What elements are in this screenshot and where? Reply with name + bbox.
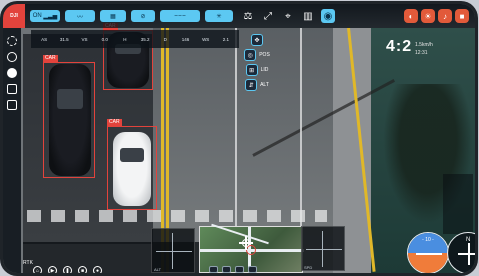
stop-button[interactable]: ■ [455, 9, 469, 23]
graph-label: ALT [154, 267, 162, 272]
telemetry-value: 0.0 [101, 36, 108, 42]
speed-graph: SPD [301, 226, 345, 271]
status-bar: DJI ON ▂▃▅ 〰 ▦ ⊘ ⌢⌢⌢ ✳ ⚖ ⤢ ⌖ ▥ ◉ ◐ ☀ ♪ ■ [3, 4, 475, 28]
drone-control-window: CAR CAR CAR DJI ON ▂▃▅ 〰 ▦ ⊘ ⌢⌢⌢ ✳ ⚖ ⤢ ⌖… [3, 4, 475, 273]
map-layer-button[interactable] [209, 266, 218, 273]
minimap-controls [209, 266, 257, 273]
home-icon[interactable]: ⌂ [33, 266, 42, 273]
app-logo[interactable]: DJI [3, 4, 25, 28]
gamepad-icon[interactable]: ✥ [251, 34, 263, 46]
light-button[interactable]: ☀ [421, 9, 435, 23]
record-icon[interactable]: ● [93, 266, 102, 273]
pos-icon[interactable]: ◎ [244, 49, 257, 61]
lidar-icon[interactable]: ⊞ [245, 64, 258, 76]
pos-label: POS [259, 52, 270, 58]
telemetry-value: 35.2 [140, 36, 150, 42]
sound-button[interactable]: ♪ [438, 9, 452, 23]
detection-label: CAR [43, 55, 58, 62]
lidar-label: LID [260, 67, 269, 73]
settings-icon[interactable] [7, 36, 17, 46]
hd-pill[interactable]: ▦ [100, 10, 126, 22]
takeoff-icon[interactable] [7, 52, 17, 62]
left-toolbar [3, 28, 21, 273]
signal-pill-label: ON [32, 13, 42, 19]
telemetry-label: VS [81, 36, 88, 42]
zoom-counter: 4:2 [386, 38, 413, 55]
altitude-label: ALT [260, 82, 269, 88]
fullscreen-icon[interactable]: ⤢ [261, 9, 275, 23]
signal-pill[interactable]: ON ▂▃▅ [30, 10, 60, 22]
detection-label: CAR [107, 119, 122, 126]
graph-label: SPD [304, 265, 313, 270]
detection-box[interactable]: CAR [107, 119, 157, 210]
map-center-button[interactable] [248, 266, 257, 273]
split-view-icon[interactable]: ▥ [301, 9, 315, 23]
pause-icon[interactable]: ❚ [63, 266, 72, 273]
detection-box[interactable]: CAR [43, 55, 95, 178]
mode-button[interactable]: ◐ [404, 9, 418, 23]
stop-icon[interactable]: ■ [78, 266, 87, 273]
altitude-graph: ALT [151, 228, 195, 273]
telemetry-value: 2.1 [222, 36, 230, 42]
playback-controls: ⌂ ▶ ❚ ■ ● [33, 266, 102, 273]
crosshair-icon [239, 236, 253, 250]
media-icon[interactable] [7, 84, 17, 94]
photo-icon[interactable] [7, 100, 17, 110]
attitude-indicator: - 10 - [407, 232, 449, 273]
record-icon[interactable] [7, 68, 17, 78]
counter-subtitle-2: 12:31 [415, 50, 428, 56]
light-pill[interactable]: ✳ [205, 10, 233, 22]
telemetry-label: H [123, 36, 127, 42]
telemetry-label: D [163, 36, 167, 42]
map-zoom-in-button[interactable] [222, 266, 231, 273]
altitude-icon[interactable]: ⇵ [245, 79, 258, 91]
flight-info-strip [443, 174, 473, 234]
gimbal-pill[interactable]: ⊘ [131, 10, 155, 22]
crosswalk [27, 210, 327, 222]
location-pin-icon[interactable]: ⌖ [281, 9, 295, 23]
telemetry-label: AS [41, 36, 48, 42]
battery-pill[interactable]: ⌢⌢⌢ [160, 10, 200, 22]
rtk-tag: RTK [23, 260, 33, 266]
play-icon[interactable]: ▶ [48, 266, 57, 273]
map-zoom-out-button[interactable] [235, 266, 244, 273]
telemetry-label: WS [202, 36, 210, 42]
link-pill[interactable]: 〰 [65, 10, 95, 22]
telemetry-panel: AS 31.5 VS 0.0 H 35.2 D 146 WS 2.1 [31, 30, 239, 48]
counter-subtitle: 1.5km/h [415, 42, 433, 48]
camera-icon[interactable]: ◉ [321, 9, 335, 23]
sensor-panel: ✥ ◎ POS ⊞ LID ⇵ ALT [239, 34, 275, 94]
telemetry-value: 31.5 [59, 36, 69, 42]
route-icon[interactable]: ⚖ [241, 9, 255, 23]
telemetry-value: 146 [181, 36, 190, 42]
